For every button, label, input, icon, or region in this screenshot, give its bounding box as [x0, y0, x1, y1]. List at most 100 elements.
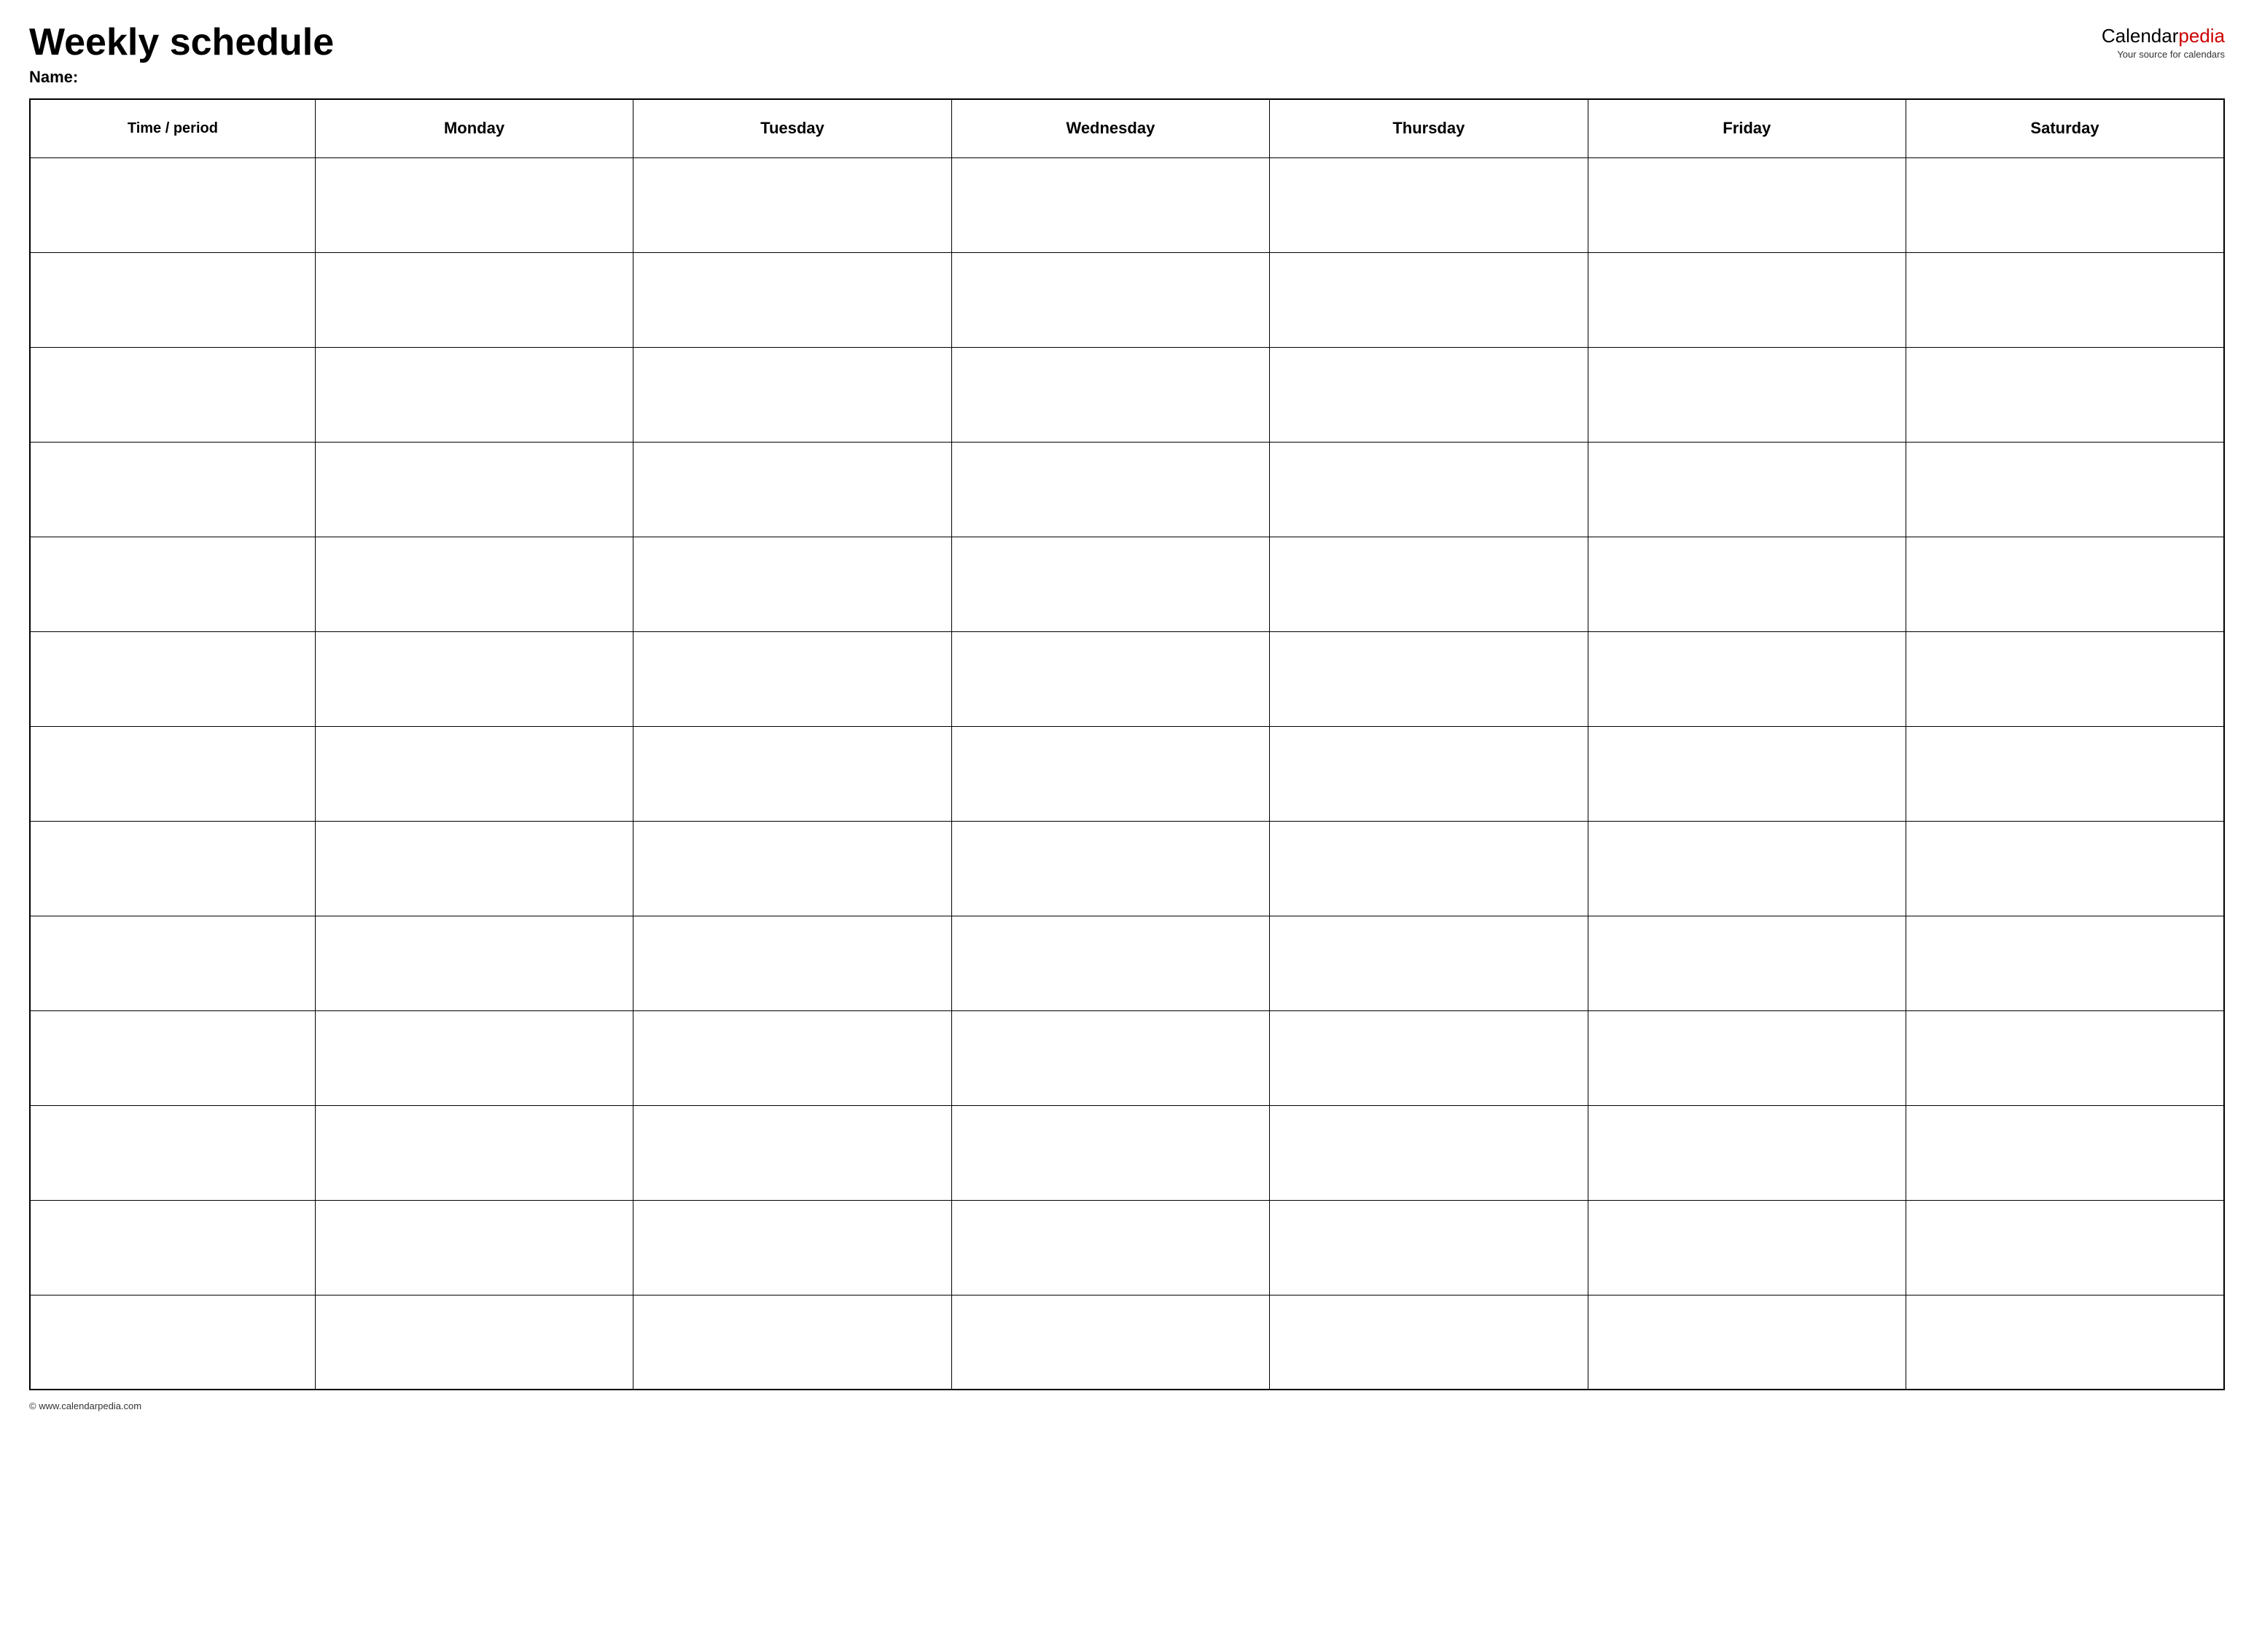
- table-cell[interactable]: [633, 1295, 951, 1390]
- page-header: Weekly schedule Name: Calendarpedia Your…: [29, 22, 2225, 87]
- table-cell[interactable]: [1270, 1105, 1588, 1200]
- table-cell[interactable]: [315, 1295, 633, 1390]
- table-cell[interactable]: [633, 726, 951, 821]
- table-cell[interactable]: [1906, 821, 2224, 916]
- table-cell[interactable]: [1588, 1010, 1906, 1105]
- table-cell[interactable]: [315, 157, 633, 252]
- table-cell[interactable]: [1270, 631, 1588, 726]
- table-cell[interactable]: [951, 1200, 1269, 1295]
- table-cell[interactable]: [1906, 157, 2224, 252]
- table-cell[interactable]: [1588, 252, 1906, 347]
- table-cell[interactable]: [30, 821, 315, 916]
- table-cell[interactable]: [30, 537, 315, 631]
- table-cell[interactable]: [951, 537, 1269, 631]
- name-label: Name:: [29, 68, 334, 87]
- table-cell[interactable]: [30, 1295, 315, 1390]
- table-cell[interactable]: [1588, 1295, 1906, 1390]
- table-cell[interactable]: [1270, 1200, 1588, 1295]
- table-cell[interactable]: [30, 1105, 315, 1200]
- table-cell[interactable]: [951, 157, 1269, 252]
- table-cell[interactable]: [633, 442, 951, 537]
- table-cell[interactable]: [315, 1010, 633, 1105]
- table-cell[interactable]: [633, 252, 951, 347]
- table-cell[interactable]: [1906, 631, 2224, 726]
- table-cell[interactable]: [633, 1105, 951, 1200]
- table-cell[interactable]: [951, 1295, 1269, 1390]
- table-cell[interactable]: [30, 726, 315, 821]
- table-cell[interactable]: [315, 916, 633, 1010]
- table-cell[interactable]: [1270, 442, 1588, 537]
- table-cell[interactable]: [1906, 1200, 2224, 1295]
- table-cell[interactable]: [951, 821, 1269, 916]
- table-cell[interactable]: [1906, 1010, 2224, 1105]
- table-cell[interactable]: [951, 347, 1269, 442]
- table-cell[interactable]: [1906, 1295, 2224, 1390]
- table-cell[interactable]: [30, 631, 315, 726]
- table-cell[interactable]: [633, 1010, 951, 1105]
- table-cell[interactable]: [1588, 442, 1906, 537]
- table-cell[interactable]: [1270, 347, 1588, 442]
- table-cell[interactable]: [1906, 537, 2224, 631]
- table-cell[interactable]: [30, 157, 315, 252]
- table-cell[interactable]: [1270, 916, 1588, 1010]
- table-row: [30, 157, 2224, 252]
- table-cell[interactable]: [633, 821, 951, 916]
- table-cell[interactable]: [1588, 157, 1906, 252]
- table-cell[interactable]: [1906, 347, 2224, 442]
- table-cell[interactable]: [1588, 1200, 1906, 1295]
- table-cell[interactable]: [315, 347, 633, 442]
- col-header-saturday: Saturday: [1906, 99, 2224, 157]
- table-cell[interactable]: [951, 1010, 1269, 1105]
- table-cell[interactable]: [315, 1200, 633, 1295]
- table-cell[interactable]: [1270, 726, 1588, 821]
- table-cell[interactable]: [315, 726, 633, 821]
- table-cell[interactable]: [633, 347, 951, 442]
- table-cell[interactable]: [1906, 916, 2224, 1010]
- logo-main: Calendar: [2102, 25, 2179, 47]
- table-cell[interactable]: [315, 631, 633, 726]
- table-cell[interactable]: [633, 157, 951, 252]
- table-cell[interactable]: [1588, 631, 1906, 726]
- table-cell[interactable]: [1906, 1105, 2224, 1200]
- table-cell[interactable]: [1588, 726, 1906, 821]
- table-cell[interactable]: [633, 537, 951, 631]
- table-cell[interactable]: [1270, 821, 1588, 916]
- table-cell[interactable]: [951, 631, 1269, 726]
- table-cell[interactable]: [951, 442, 1269, 537]
- table-cell[interactable]: [1270, 252, 1588, 347]
- table-cell[interactable]: [1270, 157, 1588, 252]
- table-cell[interactable]: [30, 252, 315, 347]
- table-cell[interactable]: [30, 347, 315, 442]
- table-cell[interactable]: [633, 916, 951, 1010]
- table-cell[interactable]: [315, 252, 633, 347]
- table-cell[interactable]: [1906, 252, 2224, 347]
- table-cell[interactable]: [1588, 821, 1906, 916]
- table-cell[interactable]: [1270, 1295, 1588, 1390]
- table-cell[interactable]: [315, 537, 633, 631]
- table-row: [30, 1105, 2224, 1200]
- table-cell[interactable]: [1270, 537, 1588, 631]
- table-cell[interactable]: [633, 1200, 951, 1295]
- table-cell[interactable]: [30, 1200, 315, 1295]
- table-cell[interactable]: [951, 252, 1269, 347]
- table-cell[interactable]: [1588, 916, 1906, 1010]
- table-cell[interactable]: [1588, 1105, 1906, 1200]
- table-cell[interactable]: [1906, 442, 2224, 537]
- table-cell[interactable]: [951, 726, 1269, 821]
- table-cell[interactable]: [315, 442, 633, 537]
- table-cell[interactable]: [30, 1010, 315, 1105]
- table-cell[interactable]: [1270, 1010, 1588, 1105]
- table-cell[interactable]: [1588, 347, 1906, 442]
- table-cell[interactable]: [951, 1105, 1269, 1200]
- logo-text: Calendarpedia: [2102, 25, 2225, 47]
- table-cell[interactable]: [315, 821, 633, 916]
- table-cell[interactable]: [30, 916, 315, 1010]
- table-cell[interactable]: [30, 442, 315, 537]
- col-header-tuesday: Tuesday: [633, 99, 951, 157]
- logo-subtext: Your source for calendars: [2117, 49, 2225, 60]
- table-cell[interactable]: [951, 916, 1269, 1010]
- table-cell[interactable]: [633, 631, 951, 726]
- table-cell[interactable]: [1588, 537, 1906, 631]
- table-cell[interactable]: [1906, 726, 2224, 821]
- table-cell[interactable]: [315, 1105, 633, 1200]
